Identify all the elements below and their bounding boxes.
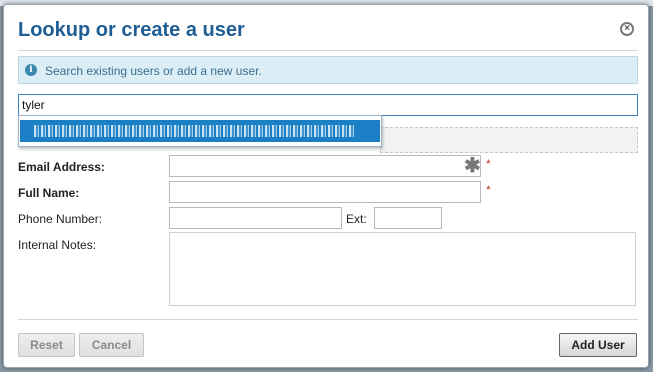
notes-label: Internal Notes: xyxy=(18,238,97,252)
add-user-button[interactable]: Add User xyxy=(559,333,637,357)
fullname-required-mark: * xyxy=(486,183,491,197)
ext-field[interactable] xyxy=(374,207,442,229)
user-search-input[interactable] xyxy=(18,94,638,116)
email-field[interactable] xyxy=(169,155,481,177)
info-icon: i xyxy=(25,64,37,76)
info-text: Search existing users or add a new user. xyxy=(45,64,262,78)
ext-label: Ext: xyxy=(346,212,367,226)
internal-notes-textarea[interactable] xyxy=(169,232,636,306)
fullname-label: Full Name: xyxy=(18,186,80,200)
close-icon[interactable]: × xyxy=(620,22,634,36)
asterisk-icon: ✱ xyxy=(464,155,481,177)
reset-button[interactable]: Reset xyxy=(18,333,75,357)
fullname-field[interactable] xyxy=(169,181,481,203)
phone-field[interactable] xyxy=(169,207,342,229)
phone-label: Phone Number: xyxy=(18,212,103,226)
lookup-user-dialog: Lookup or create a user × i Search exist… xyxy=(3,4,649,368)
autocomplete-dropdown xyxy=(18,115,382,147)
dialog-title: Lookup or create a user xyxy=(18,19,245,41)
cancel-button[interactable]: Cancel xyxy=(79,333,144,357)
autocomplete-suggestion[interactable] xyxy=(20,120,380,142)
info-banner: i Search existing users or add a new use… xyxy=(18,56,638,84)
loading-placeholder-bar xyxy=(380,127,638,153)
title-divider xyxy=(18,50,638,51)
email-label: Email Address: xyxy=(18,160,105,174)
footer-divider xyxy=(18,319,638,320)
email-required-mark: * xyxy=(486,157,491,171)
redacted-suggestion-text xyxy=(34,125,354,137)
